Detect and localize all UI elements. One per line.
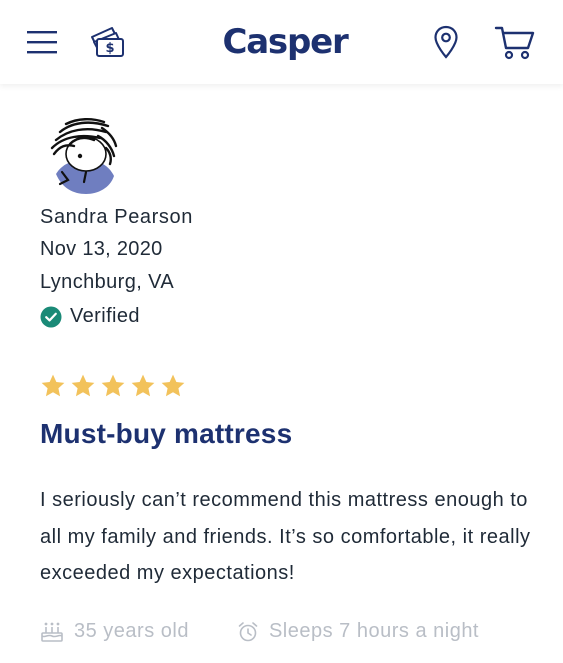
hamburger-menu-icon <box>27 31 57 54</box>
menu-button[interactable] <box>22 22 62 62</box>
checkmark-circle-icon <box>40 306 62 327</box>
cart-button[interactable] <box>492 22 538 62</box>
reviewer-age: 35 years old <box>40 620 189 643</box>
reviewer-sleep-label: Sleeps 7 hours a night <box>268 620 479 642</box>
casper-logo[interactable]: Casper <box>200 20 370 64</box>
reviewer-sleep: Sleeps 7 hours a night <box>237 620 479 643</box>
review-body: I seriously can’t recommend this mattres… <box>40 489 531 584</box>
alarm-clock-icon <box>238 621 258 641</box>
star-icon <box>161 374 185 397</box>
reviewer-location: Lynchburg, VA <box>40 271 175 293</box>
top-navigation-bar: $ Casper <box>0 0 563 84</box>
star-rating <box>40 373 190 399</box>
svg-text:$: $ <box>105 41 114 56</box>
shopping-cart-icon <box>494 26 535 60</box>
verified-badge: Verified <box>40 305 140 328</box>
location-pin-icon <box>434 25 458 59</box>
deals-money-icon: $ <box>91 27 124 57</box>
store-locator-button[interactable] <box>428 22 464 62</box>
reviewer-avatar <box>50 118 118 194</box>
star-icon <box>71 374 95 397</box>
deals-button[interactable]: $ <box>86 22 130 62</box>
reviewer-age-label: 35 years old <box>74 620 189 642</box>
review-title: Must-buy mattress <box>40 418 293 449</box>
birthday-cake-icon <box>41 622 63 642</box>
star-icon <box>131 374 155 397</box>
verified-label: Verified <box>70 305 140 327</box>
star-icon <box>41 374 65 397</box>
reviewer-name: Sandra Pearson <box>40 206 193 228</box>
reviewer-details: 35 years old Sleeps 7 hours a night <box>40 620 479 643</box>
star-icon <box>101 374 125 397</box>
review-date: Nov 13, 2020 <box>40 238 163 260</box>
